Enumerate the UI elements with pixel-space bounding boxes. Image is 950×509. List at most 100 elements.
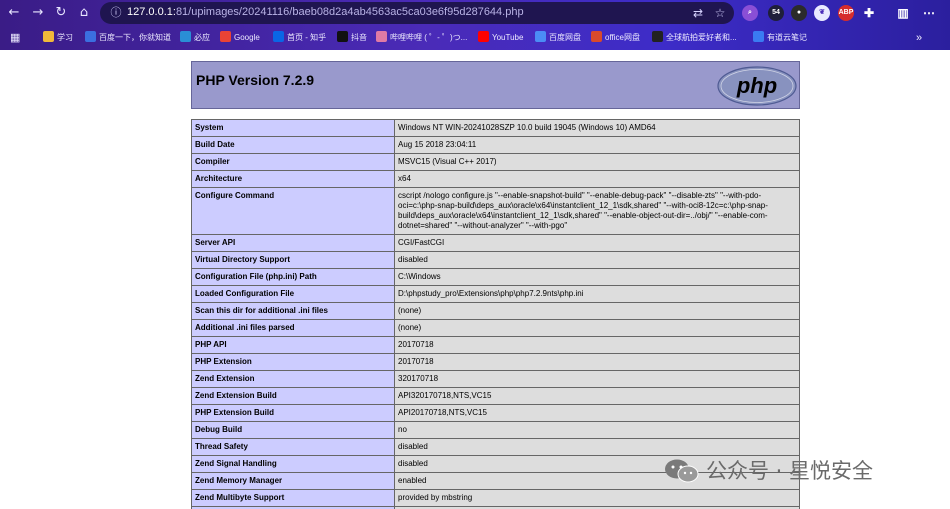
table-row: Zend Extension Build API320170718,NTS,VC1…: [191, 387, 800, 405]
row-key: Debug Build: [191, 421, 395, 439]
table-row: Scan this dir for additional .ini files(…: [191, 302, 800, 320]
douyin-icon: [337, 31, 348, 42]
row-key: Virtual Directory Support: [191, 251, 395, 269]
extension-search-icon[interactable]: ⌕: [742, 5, 758, 21]
apps-icon[interactable]: ▦: [10, 30, 20, 46]
row-value: no: [394, 421, 800, 439]
bing-icon: [180, 31, 191, 42]
table-row: Server API CGI/FastCGI: [191, 234, 800, 252]
table-row: Zend Multibyte Support provided by mbstri…: [191, 489, 800, 507]
puzzle-icon[interactable]: ✚: [861, 5, 877, 21]
star-icon[interactable]: ☆: [712, 5, 728, 21]
zhihu-icon: [273, 31, 284, 42]
browser-toolbar: ← → ↻ ⌂ ⓘ 127.0.0.1:81/upimages/20241116…: [0, 0, 950, 26]
row-value: cscript /nologo configure.js "--enable-s…: [394, 187, 800, 235]
row-key: Scan this dir for additional .ini files: [191, 302, 395, 320]
row-key: Zend Multibyte Support: [191, 489, 395, 507]
menu-icon[interactable]: ⋯: [921, 5, 937, 21]
table-row: Debug Build no: [191, 421, 800, 439]
row-value: 20170718: [394, 336, 800, 354]
bookmark-2[interactable]: 必应: [180, 30, 210, 46]
table-row: Build Date Aug 15 2018 23:04:11: [191, 136, 800, 154]
row-value: Windows NT WIN-20241028SZP 10.0 build 19…: [394, 119, 800, 137]
address-url[interactable]: 127.0.0.1:81/upimages/20241116/baeb08d2a…: [127, 6, 524, 18]
google-icon: [220, 31, 231, 42]
row-value: Aug 15 2018 23:04:11: [394, 136, 800, 154]
chevron-right-icon[interactable]: »: [916, 30, 922, 46]
bookmark-3[interactable]: Google: [220, 30, 260, 46]
table-row: System Windows NT WIN-20241028SZP 10.0 bu…: [191, 119, 800, 137]
row-key: PHP API: [191, 336, 395, 354]
url-host: 127.0.0.1:: [127, 6, 176, 18]
extension-abp-icon[interactable]: ABP: [838, 5, 854, 21]
reload-icon[interactable]: ↻: [52, 4, 70, 22]
row-key: System: [191, 119, 395, 137]
row-key: Configuration File (php.ini) Path: [191, 268, 395, 286]
table-row: PHP Extension 20170718: [191, 353, 800, 371]
row-value: provided by mbstring: [394, 489, 800, 507]
row-key: Compiler: [191, 153, 395, 171]
bookmark-9[interactable]: office网盘: [591, 30, 640, 46]
php-logo-text: php: [736, 73, 777, 98]
office-icon: [591, 31, 602, 42]
site-info-icon[interactable]: ⓘ: [108, 5, 124, 21]
back-icon[interactable]: ←: [5, 4, 23, 22]
row-value: CGI/FastCGI: [394, 234, 800, 252]
baidu-icon: [85, 31, 96, 42]
row-value: D:\phpstudy_pro\Extensions\php\php7.2.9n…: [394, 285, 800, 303]
bookmark-6[interactable]: 哔哩哔哩 ( ゜- ゜)つ...: [376, 30, 467, 46]
bookmark-10[interactable]: 全球航拍爱好者和...: [652, 30, 737, 46]
table-row: Thread Safety disabled: [191, 438, 800, 456]
folder-icon: [43, 31, 54, 42]
row-value: C:\Windows: [394, 268, 800, 286]
row-key: Thread Safety: [191, 438, 395, 456]
row-key: Server API: [191, 234, 395, 252]
aerial-icon: [652, 31, 663, 42]
phpinfo-header: PHP Version 7.2.9 php: [191, 61, 800, 109]
bilibili-icon: [376, 31, 387, 42]
row-value: API20170718,NTS,VC15: [394, 404, 800, 422]
extension-leaf-icon[interactable]: ❦: [814, 5, 830, 21]
row-key: Zend Extension: [191, 370, 395, 388]
row-value: 320170718: [394, 370, 800, 388]
table-row: Additional .ini files parsed (none): [191, 319, 800, 337]
row-value: (none): [394, 302, 800, 320]
page-title: PHP Version 7.2.9: [196, 72, 315, 88]
row-key: Zend Signal Handling: [191, 455, 395, 473]
baidu-pan-icon: [535, 31, 546, 42]
row-value: disabled: [394, 438, 800, 456]
translate-icon[interactable]: ⇄: [690, 5, 706, 21]
bookmark-1[interactable]: 百度一下，你就知道: [85, 30, 171, 46]
table-row: Architecture x64: [191, 170, 800, 188]
bookmark-5[interactable]: 抖音: [337, 30, 367, 46]
bookmark-0[interactable]: 学习: [43, 30, 73, 46]
table-row: Virtual Directory Support disabled: [191, 251, 800, 269]
table-row: Zend Extension 320170718: [191, 370, 800, 388]
bookmark-11[interactable]: 有道云笔记: [753, 30, 807, 46]
bookmark-7[interactable]: YouTube: [478, 30, 523, 46]
extension-circle-icon[interactable]: ●: [791, 5, 807, 21]
row-value: API320170718,NTS,VC15: [394, 387, 800, 405]
sidebar-icon[interactable]: ▥: [895, 5, 911, 21]
watermark-text: 公众号 · 星悦安全: [706, 459, 874, 483]
row-key: Architecture: [191, 170, 395, 188]
row-value: MSVC15 (Visual C++ 2017): [394, 153, 800, 171]
forward-icon[interactable]: →: [29, 4, 47, 22]
row-key: Build Date: [191, 136, 395, 154]
row-value: (none): [394, 319, 800, 337]
bookmark-4[interactable]: 首页 - 知乎: [273, 30, 326, 46]
youtube-icon: [478, 31, 489, 42]
row-key: PHP Extension: [191, 353, 395, 371]
row-key: Zend Extension Build: [191, 387, 395, 405]
row-key: Additional .ini files parsed: [191, 319, 395, 337]
address-bar[interactable]: ⓘ 127.0.0.1:81/upimages/20241116/baeb08d…: [100, 2, 734, 24]
youdao-icon: [753, 31, 764, 42]
bookmark-8[interactable]: 百度网盘: [535, 30, 581, 46]
php-logo: php: [717, 66, 797, 106]
url-path: 81/upimages/20241116/baeb08d2a4ab4563ac5…: [175, 6, 524, 18]
browser-chrome: ← → ↻ ⌂ ⓘ 127.0.0.1:81/upimages/20241116…: [0, 0, 950, 50]
table-row: Configure Command cscript /nologo configu…: [191, 187, 800, 235]
extension-badge[interactable]: 54: [768, 5, 784, 21]
home-icon[interactable]: ⌂: [75, 4, 93, 22]
row-value: disabled: [394, 251, 800, 269]
